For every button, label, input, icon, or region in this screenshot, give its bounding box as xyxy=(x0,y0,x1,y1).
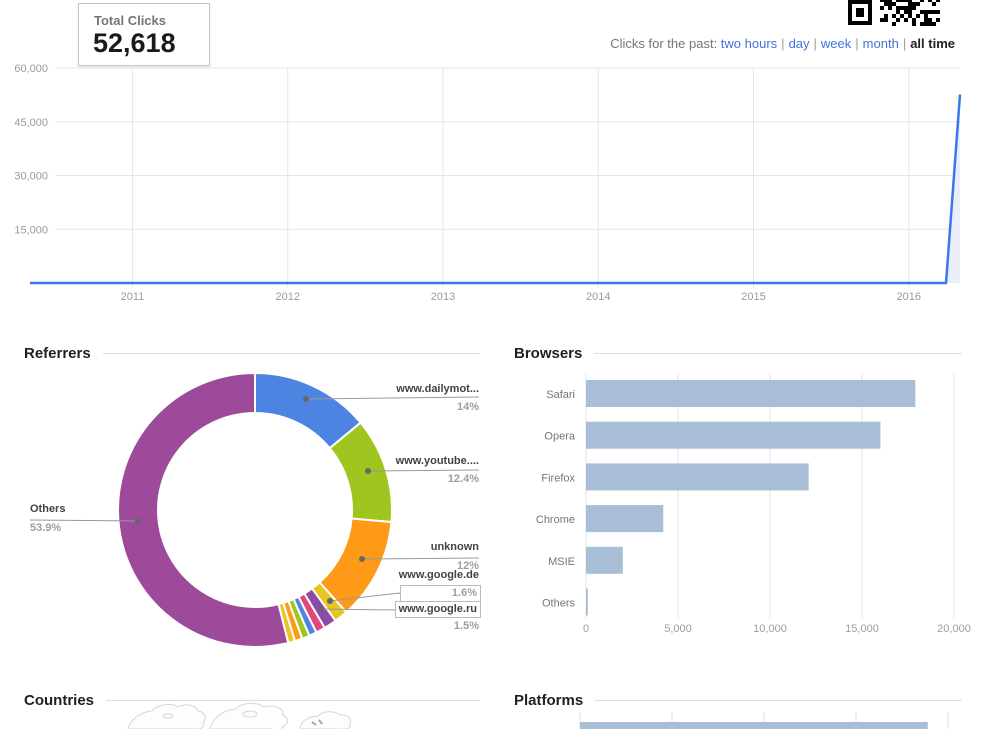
period-separator: | xyxy=(810,36,821,51)
svg-text:2012: 2012 xyxy=(275,291,299,303)
analytics-page: Total Clicks 52,618 Clicks for the past:… xyxy=(0,0,988,729)
countries-section-header: Countries xyxy=(24,692,480,709)
platforms-rule xyxy=(595,700,962,701)
browsers-rule xyxy=(594,353,962,354)
referrer-pct-google-de: 1.6% xyxy=(400,585,481,602)
svg-text:60,000: 60,000 xyxy=(14,63,48,75)
referrers-rule xyxy=(103,353,480,354)
period-link-month[interactable]: month xyxy=(863,36,899,51)
referrer-pct-others: 53.9% xyxy=(30,522,61,534)
referrer-label-youtube: www.youtube.... xyxy=(396,455,479,467)
svg-text:2011: 2011 xyxy=(121,291,145,303)
countries-title: Countries xyxy=(24,692,94,709)
clicks-line-chart[interactable]: 15,000 30,000 45,000 60,000 2011 2012 2013 2014… xyxy=(0,60,988,310)
period-separator: | xyxy=(851,36,862,51)
platforms-section-header: Platforms xyxy=(514,692,962,709)
period-prefix: Clicks for the past: xyxy=(610,36,721,51)
browsers-title: Browsers xyxy=(514,345,582,362)
referrers-title: Referrers xyxy=(24,345,91,362)
referrer-label-others: Others xyxy=(30,503,65,515)
browsers-section-header: Browsers xyxy=(514,345,962,362)
svg-text:Others: Others xyxy=(542,598,576,610)
period-link-day[interactable]: day xyxy=(789,36,810,51)
period-selected-all-time: all time xyxy=(910,36,955,51)
svg-text:2015: 2015 xyxy=(741,291,765,303)
svg-text:45,000: 45,000 xyxy=(14,117,48,129)
total-clicks-box: Total Clicks 52,618 xyxy=(78,3,210,66)
svg-text:Chrome: Chrome xyxy=(536,514,575,526)
svg-text:10,000: 10,000 xyxy=(753,623,787,635)
svg-text:0: 0 xyxy=(583,623,589,635)
svg-text:2013: 2013 xyxy=(431,291,455,303)
period-selector: Clicks for the past: two hours|day|week|… xyxy=(610,36,955,51)
period-separator: | xyxy=(899,36,910,51)
countries-rule xyxy=(106,700,480,701)
svg-text:15,000: 15,000 xyxy=(845,623,879,635)
referrer-pct-dailymotion: 14% xyxy=(457,401,479,413)
svg-text:2014: 2014 xyxy=(586,291,610,303)
referrer-label-google-de: www.google.de xyxy=(399,569,479,581)
browsers-bar-chart[interactable]: 0 5,000 10,000 15,000 20,000 Safari Opera Firef… xyxy=(500,340,988,680)
svg-text:Opera: Opera xyxy=(544,431,575,443)
svg-text:30,000: 30,000 xyxy=(14,171,48,183)
total-clicks-value: 52,618 xyxy=(93,28,176,59)
svg-text:15,000: 15,000 xyxy=(14,224,48,236)
referrer-label-google-ru: www.google.ru xyxy=(395,601,481,618)
period-separator: | xyxy=(777,36,788,51)
svg-text:Firefox: Firefox xyxy=(541,472,575,484)
svg-text:MSIE: MSIE xyxy=(548,556,575,568)
total-clicks-label: Total Clicks xyxy=(94,13,166,28)
svg-text:2016: 2016 xyxy=(897,291,921,303)
referrer-label-unknown: unknown xyxy=(431,541,479,553)
referrer-pct-google-ru: 1.5% xyxy=(454,620,479,632)
referrer-pct-youtube: 12.4% xyxy=(448,473,479,485)
referrer-label-dailymotion: www.dailymot... xyxy=(396,383,479,395)
qr-code-icon xyxy=(846,0,940,26)
period-link-week[interactable]: week xyxy=(821,36,851,51)
svg-text:20,000: 20,000 xyxy=(937,623,971,635)
referrers-section-header: Referrers xyxy=(24,345,480,362)
svg-text:5,000: 5,000 xyxy=(664,623,692,635)
period-link-two-hours[interactable]: two hours xyxy=(721,36,777,51)
platforms-title: Platforms xyxy=(514,692,583,709)
svg-text:Safari: Safari xyxy=(546,389,575,401)
